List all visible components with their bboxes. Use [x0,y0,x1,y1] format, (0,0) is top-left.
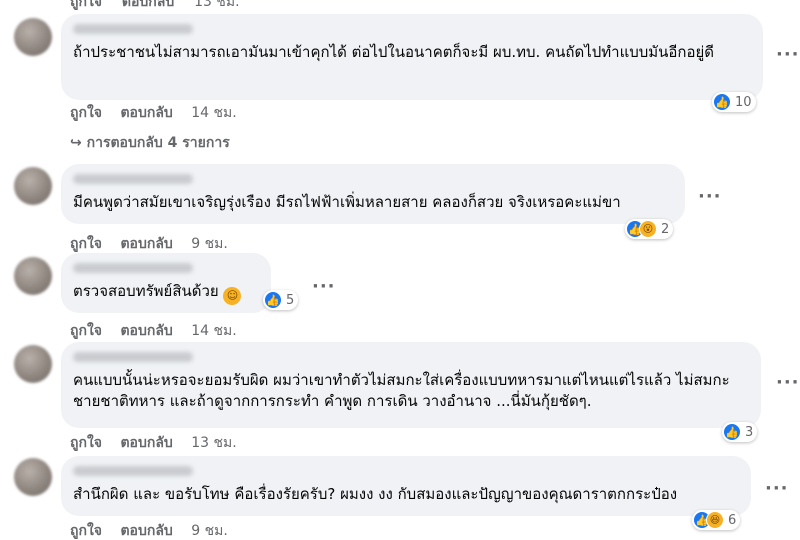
avatar[interactable] [14,167,52,205]
comment-bubble: คนแบบนั้นน่ะหรอจะยอมรับผิด ผมว่าเขาทำตัว… [61,342,761,428]
author-name-blurred[interactable] [73,24,193,34]
like-icon: 👍 [264,291,282,309]
previous-comment-actions: ถูกใจ ตอบกลับ 13 ชม. [70,0,255,13]
reaction-count: 5 [286,292,295,308]
like-icon: 👍 [713,93,731,111]
reply-link[interactable]: ตอบกลับ [122,0,174,10]
reaction-summary[interactable]: 👍 5 [263,290,299,310]
more-options-icon[interactable]: ··· [312,276,336,297]
author-name-blurred[interactable] [73,466,193,476]
comment-text: มีคนพูดว่าสมัยเขาเจริญรุ่งเรือง มีรถไฟฟ้… [73,193,621,211]
reply-link[interactable]: ตอบกลับ [120,435,172,451]
wow-icon: 😮 [639,220,657,238]
reply-link[interactable]: ตอบกลับ [120,523,172,539]
reaction-summary[interactable]: 👍 10 [712,92,756,112]
timestamp[interactable]: 13 ชม. [194,0,239,10]
comment-text-content: ตรวจสอบทรัพย์สินด้วย [73,282,219,300]
reaction-count: 6 [728,512,737,528]
comment-text: คนแบบนั้นน่ะหรอจะยอมรับผิด ผมว่าเขาทำตัว… [73,371,730,410]
smile-emoji-icon: ☺ [223,287,242,305]
timestamp[interactable]: 9 ชม. [191,523,228,539]
reply-link[interactable]: ตอบกลับ [120,105,172,121]
comment-actions: ถูกใจ ตอบกลับ 14 ชม. [70,102,237,124]
author-name-blurred[interactable] [73,352,193,362]
like-link[interactable]: ถูกใจ [70,236,102,252]
avatar[interactable] [14,257,52,295]
more-options-icon[interactable]: ··· [698,186,722,207]
reaction-summary[interactable]: 👍 3 [722,422,758,442]
comment-actions: ถูกใจ ตอบกลับ 14 ชม. [70,320,237,342]
view-replies-link[interactable]: ↪ การตอบกลับ 4 รายการ [70,132,230,154]
comment-bubble: ถ้าประชาชนไม่สามารถเอามันมาเข้าคุกได้ ต่… [61,14,763,100]
like-icon: 👍 [723,423,741,441]
like-link[interactable]: ถูกใจ [70,435,102,451]
haha-icon: 😆 [706,511,724,529]
like-link[interactable]: ถูกใจ [70,0,102,10]
reaction-count: 2 [661,221,670,237]
comment-actions: ถูกใจ ตอบกลับ 13 ชม. [70,432,237,454]
timestamp[interactable]: 9 ชม. [191,236,228,252]
reaction-summary[interactable]: 👍 😮 2 [625,219,674,239]
reply-arrow-icon: ↪ [70,135,82,151]
author-name-blurred[interactable] [73,174,193,184]
like-link[interactable]: ถูกใจ [70,523,102,539]
like-link[interactable]: ถูกใจ [70,323,102,339]
comment-bubble: สำนึกผิด และ ขอรับโทษ คือเรื่องรัยครับ? … [61,456,751,516]
timestamp[interactable]: 14 ชม. [191,323,236,339]
timestamp[interactable]: 13 ชม. [191,435,236,451]
comment-actions: ถูกใจ ตอบกลับ 9 ชม. [70,520,228,540]
avatar[interactable] [14,345,52,383]
more-options-icon[interactable]: ··· [765,478,789,499]
reaction-summary[interactable]: 👍 😆 6 [692,510,741,530]
reply-link[interactable]: ตอบกลับ [120,236,172,252]
avatar[interactable] [14,458,52,496]
more-options-icon[interactable]: ··· [776,372,800,393]
comment-bubble: ตรวจสอบทรัพย์สินด้วย ☺ [61,253,271,313]
comment-bubble: มีคนพูดว่าสมัยเขาเจริญรุ่งเรือง มีรถไฟฟ้… [61,164,685,224]
avatar[interactable] [14,18,52,56]
replies-label: การตอบกลับ 4 รายการ [86,135,230,151]
reaction-count: 3 [745,424,754,440]
like-link[interactable]: ถูกใจ [70,105,102,121]
comment-text: ตรวจสอบทรัพย์สินด้วย ☺ [73,281,259,305]
timestamp[interactable]: 14 ชม. [191,105,236,121]
more-options-icon[interactable]: ··· [776,44,800,65]
author-name-blurred[interactable] [73,263,193,273]
comment-text: ถ้าประชาชนไม่สามารถเอามันมาเข้าคุกได้ ต่… [73,43,715,61]
reply-link[interactable]: ตอบกลับ [120,323,172,339]
comment-actions: ถูกใจ ตอบกลับ 9 ชม. [70,233,228,255]
reaction-count: 10 [735,94,752,110]
comment-text: สำนึกผิด และ ขอรับโทษ คือเรื่องรัยครับ? … [73,485,678,503]
